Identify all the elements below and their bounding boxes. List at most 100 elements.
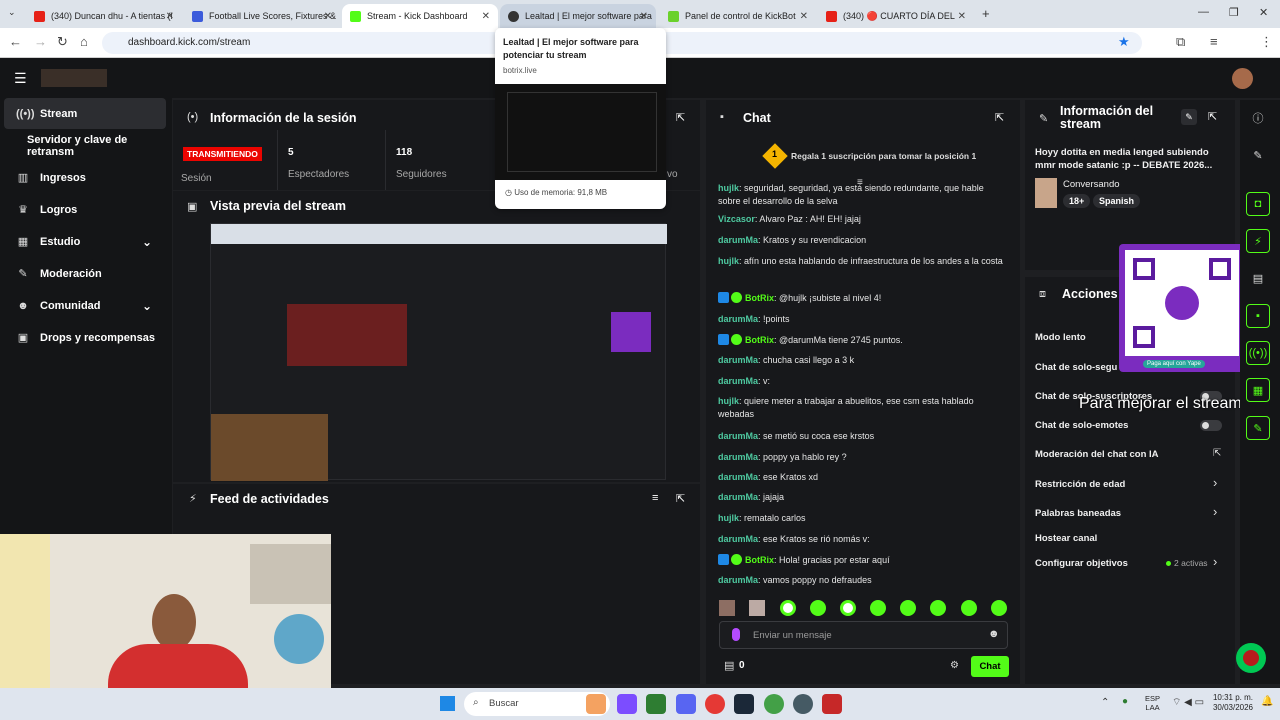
taskbar-app-steam[interactable] <box>734 694 754 714</box>
chat-username[interactable]: darumMa <box>718 472 758 482</box>
wifi-volume-battery-icons[interactable]: ⌔ ◀ ▭ <box>1172 696 1204 709</box>
action-emotes-only[interactable]: Chat de solo-emotes <box>1035 420 1128 431</box>
chat-username[interactable]: darumMa <box>718 376 758 386</box>
tab-botrix[interactable]: Lealtad | El mejor software para ✕ <box>500 4 656 28</box>
chat-username[interactable]: darumMa <box>718 534 758 544</box>
sidebar-item-stream[interactable]: ((•)) Stream <box>4 98 166 129</box>
taskbar-app-dota[interactable] <box>822 694 842 714</box>
chevron-right-icon[interactable]: › <box>1213 475 1217 490</box>
layout-icon[interactable]: ▦ <box>1246 378 1270 402</box>
points-icon[interactable]: ▤ <box>724 659 734 672</box>
forward-icon[interactable]: → <box>34 34 47 49</box>
close-icon[interactable]: ✕ <box>800 11 808 22</box>
chat-username[interactable]: BotRix <box>745 555 774 565</box>
broadcast-icon[interactable]: ((•)) <box>1246 341 1270 365</box>
microphone-icon[interactable] <box>732 628 740 641</box>
chat-username[interactable]: darumMa <box>718 575 758 585</box>
chat-username[interactable]: hujlk <box>718 256 739 266</box>
mic-tray-icon[interactable]: ● <box>1122 696 1128 707</box>
chat-username[interactable]: darumMa <box>718 452 758 462</box>
emote-7[interactable] <box>900 600 916 616</box>
edit-pencil-icon[interactable]: ✎ <box>1181 109 1197 125</box>
pencil-icon[interactable]: ✎ <box>1246 143 1270 167</box>
sidebar-item-logros[interactable]: ♛ Logros <box>4 194 166 225</box>
sidebar-item-comunidad[interactable]: ☻ Comunidad ⌄ <box>4 290 166 321</box>
clock[interactable]: 10:31 p. m. 30/03/2026 <box>1208 693 1253 713</box>
action-followers-only[interactable]: Chat de solo-segu <box>1035 362 1117 373</box>
action-configure-goals[interactable]: Configurar objetivos <box>1035 558 1128 569</box>
wrench-icon[interactable]: ✎ <box>1246 416 1270 440</box>
chat-username[interactable]: darumMa <box>718 492 758 502</box>
send-chat-button[interactable]: Chat <box>971 656 1009 677</box>
chat-username[interactable]: BotRix <box>745 293 774 303</box>
sidebar-item-estudio[interactable]: ▦ Estudio ⌄ <box>4 226 166 257</box>
action-slow-mode[interactable]: Modo lento <box>1035 332 1086 343</box>
popout-icon[interactable]: ⇱ <box>676 492 685 505</box>
emote-avatar-1[interactable] <box>719 600 735 616</box>
language-indicator[interactable]: ESP LAA <box>1145 694 1160 712</box>
emote-10[interactable] <box>991 600 1007 616</box>
floating-action-button[interactable] <box>1236 643 1266 673</box>
action-ai-moderation[interactable]: Moderación del chat con IA <box>1035 449 1159 460</box>
chat-input[interactable]: Enviar un mensaje ☻ <box>719 621 1008 649</box>
close-icon[interactable]: ✕ <box>958 11 966 22</box>
chat-username[interactable]: darumMa <box>718 314 758 324</box>
media-icon[interactable]: ≡ <box>1210 34 1218 49</box>
window-close-icon[interactable]: ✕ <box>1259 6 1268 19</box>
action-banned-words[interactable]: Palabras baneadas <box>1035 508 1121 519</box>
chat-username[interactable]: hujlk <box>718 513 739 523</box>
taskbar-app-copilot[interactable] <box>617 694 637 714</box>
external-link-icon[interactable]: ⇱ <box>1213 448 1221 459</box>
hamburger-menu-icon[interactable]: ☰ <box>14 70 27 87</box>
close-icon[interactable]: ✕ <box>640 11 648 22</box>
stream-preview-video[interactable] <box>210 223 667 481</box>
camera-icon[interactable]: ◘ <box>1246 192 1270 216</box>
back-icon[interactable]: ← <box>9 34 22 49</box>
taskbar-app-obs[interactable] <box>793 694 813 714</box>
chat-username[interactable]: darumMa <box>718 431 758 441</box>
chevron-right-icon[interactable]: › <box>1213 504 1217 519</box>
document-icon[interactable]: ▤ <box>1246 266 1270 290</box>
taskbar-app-discord[interactable] <box>676 694 696 714</box>
emote-avatar-2[interactable] <box>749 600 765 616</box>
emote-5[interactable] <box>840 600 856 616</box>
chevron-right-icon[interactable]: › <box>1213 554 1217 569</box>
emote-4[interactable] <box>810 600 826 616</box>
close-icon[interactable]: ✕ <box>482 11 490 22</box>
taskbar-app-chrome[interactable] <box>705 694 725 714</box>
user-avatar[interactable] <box>1232 68 1253 89</box>
tray-chevron-icon[interactable]: ⌃ <box>1101 697 1109 708</box>
sidebar-item-ingresos[interactable]: ▥ Ingresos <box>4 162 166 193</box>
chat-username[interactable]: Vizcasor <box>718 214 755 224</box>
close-icon[interactable]: ✕ <box>324 11 332 22</box>
menu-kebab-icon[interactable]: ⋮ <box>1260 34 1273 50</box>
emotes-only-toggle[interactable] <box>1200 420 1222 431</box>
home-icon[interactable]: ⌂ <box>80 34 88 49</box>
emoji-icon[interactable]: ☻ <box>988 628 1000 640</box>
action-host-channel[interactable]: Hostear canal <box>1035 533 1097 544</box>
tab-youtube-1[interactable]: (340) Duncan dhu - A tientas (l ✕ <box>26 4 182 28</box>
tab-kick-dashboard[interactable]: Stream - Kick Dashboard ✕ <box>342 4 498 28</box>
sidebar-item-drops[interactable]: ▣ Drops y recompensas <box>4 322 166 353</box>
popout-icon[interactable]: ⇱ <box>676 111 685 124</box>
minimize-icon[interactable]: — <box>1198 6 1209 18</box>
chat-icon[interactable]: ▪ <box>1246 304 1270 328</box>
action-age-restriction[interactable]: Restricción de edad <box>1035 479 1125 490</box>
emote-3[interactable] <box>780 600 796 616</box>
popout-icon[interactable]: ⇱ <box>995 111 1004 124</box>
notification-bell-icon[interactable]: 🔔 <box>1261 696 1273 707</box>
windows-start-icon[interactable] <box>440 696 455 711</box>
sidebar-item-server-key[interactable]: Servidor y clave de retransm <box>4 130 166 161</box>
emote-8[interactable] <box>930 600 946 616</box>
info-icon[interactable]: ⓘ <box>1246 106 1270 130</box>
chat-username[interactable]: darumMa <box>718 235 758 245</box>
puzzle-icon[interactable]: ⧉ <box>1176 34 1185 50</box>
chat-username[interactable]: darumMa <box>718 355 758 365</box>
chat-username[interactable]: hujlk <box>718 183 739 193</box>
close-icon[interactable]: ✕ <box>166 11 174 22</box>
chat-username[interactable]: BotRix <box>745 335 774 345</box>
tab-search-icon[interactable]: ⌄ <box>8 7 16 18</box>
filter-icon[interactable]: ≡ <box>652 492 658 504</box>
emote-6[interactable] <box>870 600 886 616</box>
reload-icon[interactable]: ↻ <box>57 34 68 50</box>
